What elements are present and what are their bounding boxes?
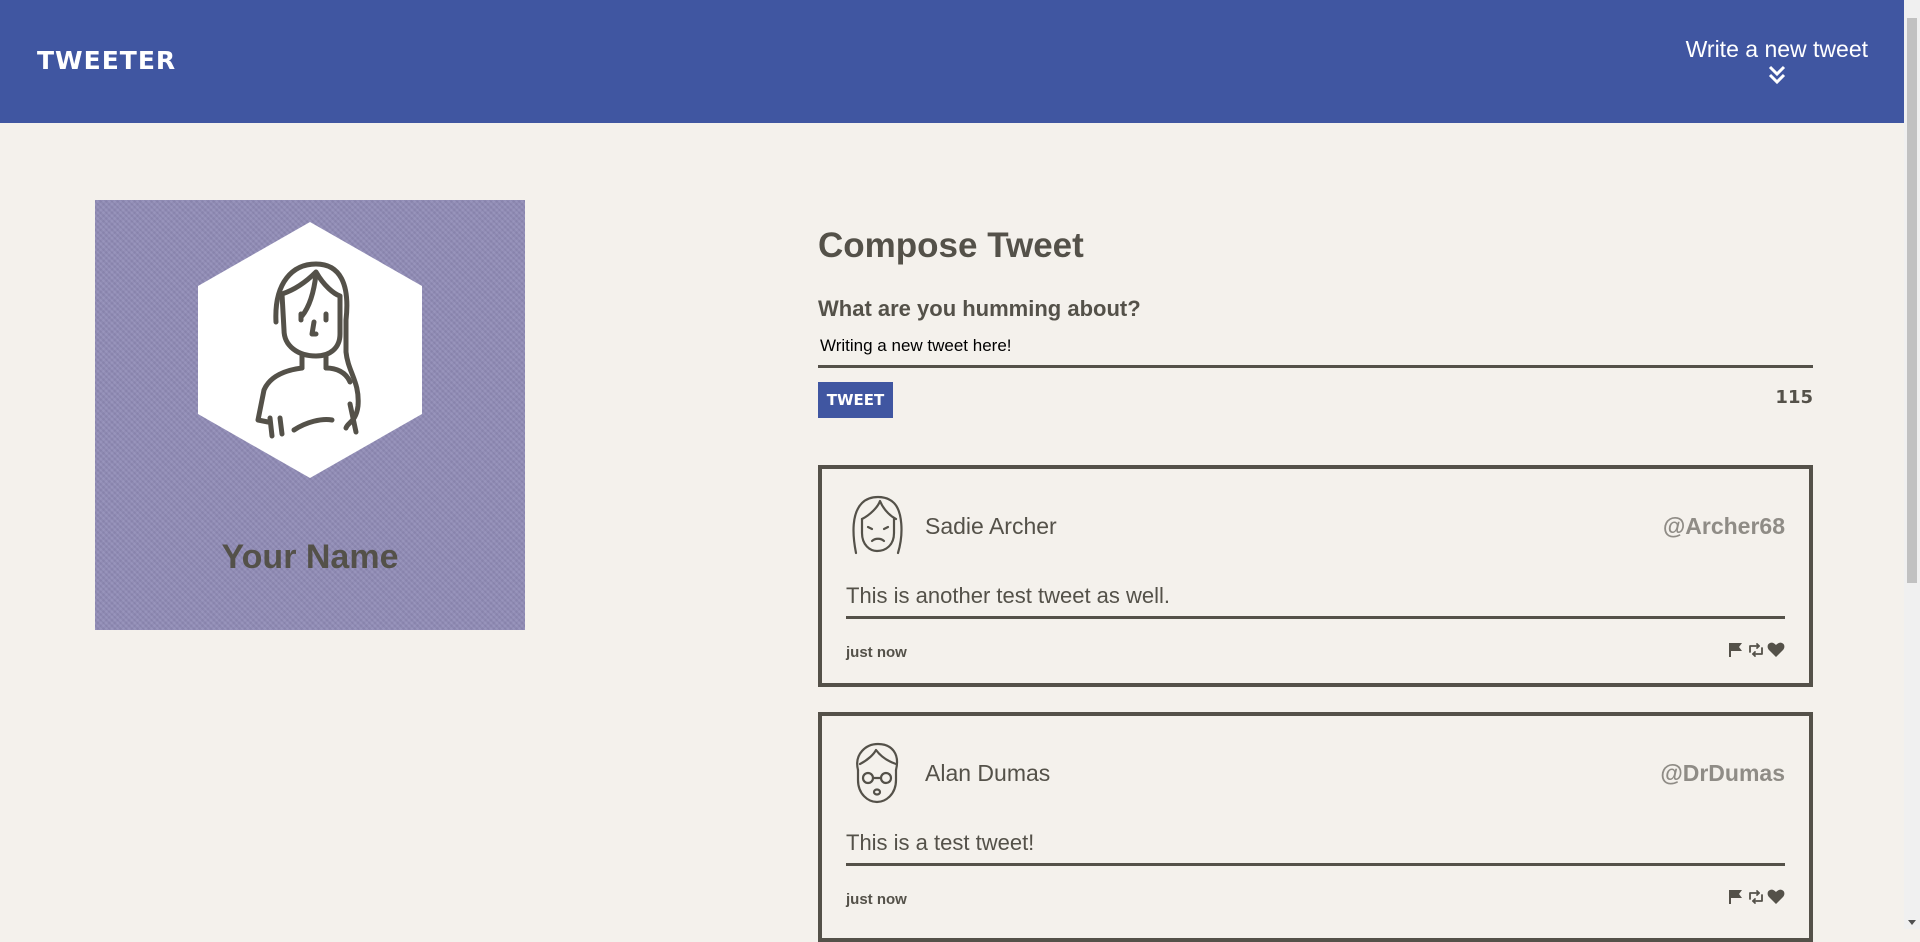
compose-prompt: What are you humming about? xyxy=(818,296,1141,321)
tweet-actions xyxy=(1727,888,1785,906)
tweet-content: This is another test tweet as well. xyxy=(846,583,1785,619)
retweet-icon[interactable] xyxy=(1747,888,1765,906)
write-new-tweet-toggle[interactable]: Write a new tweet xyxy=(1686,36,1868,87)
flag-icon[interactable] xyxy=(1727,888,1745,906)
profile-name: Your Name xyxy=(221,538,399,576)
tweet-author-handle[interactable]: @Archer68 xyxy=(1663,513,1785,540)
compose-actions: TWEET 115 xyxy=(818,382,1813,418)
brand-logo[interactable]: TWEETER xyxy=(37,46,176,75)
scrollbar-thumb[interactable] xyxy=(1907,18,1917,583)
tweet-button[interactable]: TWEET xyxy=(818,382,893,418)
tweet-author-handle[interactable]: @DrDumas xyxy=(1660,760,1785,787)
tweet-text-input[interactable]: Writing a new tweet here! xyxy=(818,336,1813,368)
tweet-timestamp: just now xyxy=(846,644,907,661)
tweet-timestamp: just now xyxy=(846,891,907,908)
woman-avatar-icon xyxy=(198,222,422,478)
flag-icon[interactable] xyxy=(1727,641,1745,659)
tweet-card: Alan Dumas @DrDumas This is a test tweet… xyxy=(818,712,1813,942)
girl-avatar-icon xyxy=(852,495,903,555)
glasses-man-avatar-icon xyxy=(856,742,899,804)
top-nav: TWEETER Write a new tweet xyxy=(0,0,1904,123)
retweet-icon[interactable] xyxy=(1747,641,1765,659)
tweet-actions xyxy=(1727,641,1785,659)
compose-title: Compose Tweet xyxy=(818,226,1084,265)
tweet-author-name: Alan Dumas xyxy=(925,760,1051,786)
page-scrollbar[interactable] xyxy=(1904,0,1920,929)
heart-icon[interactable] xyxy=(1767,641,1785,659)
tweet-content: This is a test tweet! xyxy=(846,830,1785,866)
scroll-down-arrow-icon[interactable] xyxy=(1908,920,1916,925)
compose-tweet-section: Compose Tweet What are you humming about… xyxy=(818,226,1813,418)
char-counter: 115 xyxy=(1775,387,1813,408)
profile-card: Your Name xyxy=(95,200,525,630)
double-chevron-down-icon[interactable] xyxy=(1765,63,1789,87)
tweet-card: Sadie Archer @Archer68 This is another t… xyxy=(818,465,1813,687)
tweet-author-name: Sadie Archer xyxy=(925,513,1057,539)
heart-icon[interactable] xyxy=(1767,888,1785,906)
write-new-tweet-label[interactable]: Write a new tweet xyxy=(1686,36,1868,63)
